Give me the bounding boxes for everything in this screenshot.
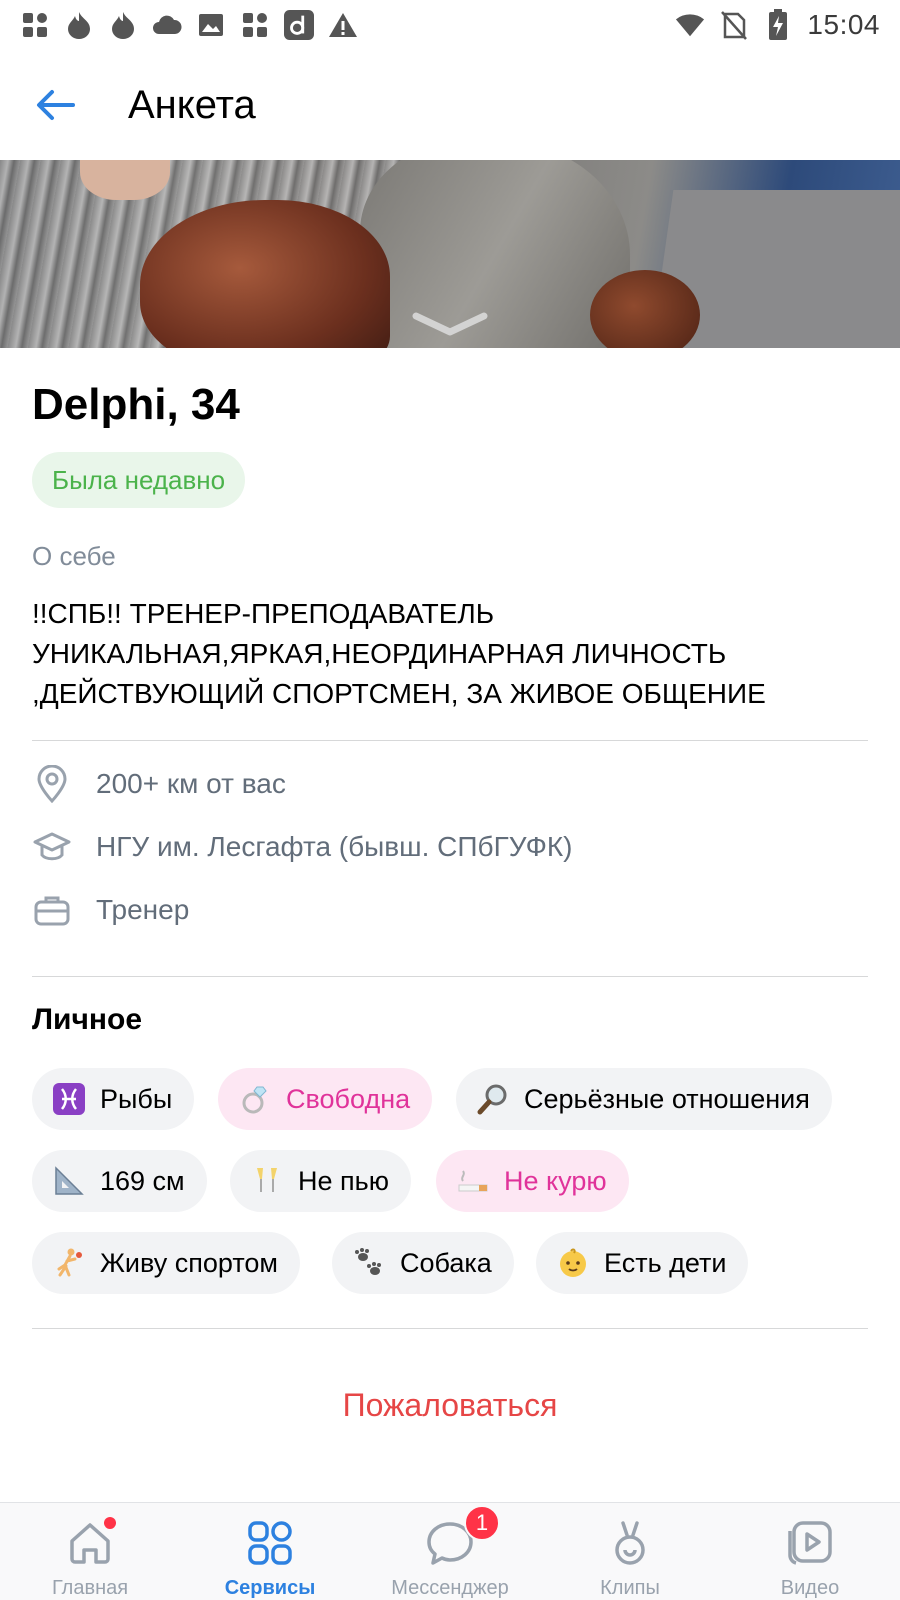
report-button[interactable]: Пожаловаться: [0, 1385, 900, 1425]
nav-label: Мессенджер: [391, 1577, 509, 1599]
athlete-icon: [52, 1246, 86, 1280]
chip-smoking[interactable]: Не курю: [436, 1150, 629, 1212]
chip-label: Не пью: [298, 1165, 389, 1196]
chip-label: Рыбы: [100, 1083, 173, 1114]
education-row: НГУ им. Лесгафта (бывш. СПбГУФК): [32, 825, 573, 869]
notification-dot: [104, 1517, 116, 1529]
chip-looking-for[interactable]: Серьёзные отношения: [456, 1068, 832, 1130]
briefcase-icon: [32, 890, 72, 930]
nav-messenger[interactable]: 1 Мессенджер: [360, 1503, 540, 1600]
job-text: Тренер: [96, 894, 190, 925]
chip-height[interactable]: 169 см: [32, 1150, 207, 1212]
triangle-ruler-icon: [52, 1164, 86, 1198]
battery-charging-icon: [763, 9, 793, 40]
nav-label: Сервисы: [224, 1577, 316, 1599]
bottom-navigation: Главная Сервисы 1 Мессенджер Клипы Видео: [0, 1502, 900, 1600]
flame-icon: [64, 10, 94, 40]
d-app-icon: [284, 10, 314, 40]
notification-icons: [20, 10, 358, 40]
about-line: УНИКАЛЬНАЯ,ЯРКАЯ,НЕОРДИНАРНАЯ ЛИЧНОСТЬ: [32, 638, 727, 669]
about-line: !!СПБ!! ТРЕНЕР-ПРЕПОДАВАТЕЛЬ: [32, 598, 495, 629]
chevron-down-icon[interactable]: [410, 310, 490, 338]
champagne-glasses-icon: [250, 1164, 284, 1198]
chip-pets[interactable]: Собака: [332, 1232, 514, 1294]
about-label: О себе: [32, 541, 116, 571]
nav-home[interactable]: Главная: [0, 1503, 180, 1600]
nav-label: Видео: [780, 1577, 840, 1599]
wifi-icon: [675, 10, 705, 40]
divider: [32, 740, 868, 741]
distance-row: 200+ км от вас: [32, 762, 286, 806]
cloud-icon: [152, 10, 182, 40]
pisces-icon: [52, 1082, 86, 1116]
chip-children[interactable]: Есть дети: [536, 1232, 749, 1294]
flame-icon: [108, 10, 138, 40]
apps-icon: [240, 10, 270, 40]
status-bar: 15:04: [0, 0, 900, 50]
chip-relationship-status[interactable]: Свободна: [218, 1068, 433, 1130]
chip-label: Серьёзные отношения: [524, 1083, 810, 1114]
chip-label: Свободна: [286, 1083, 411, 1114]
divider: [32, 976, 868, 977]
image-icon: [196, 10, 226, 40]
chip-drinking[interactable]: Не пью: [230, 1150, 411, 1212]
chip-sport[interactable]: Живу спортом: [32, 1232, 300, 1294]
clock: 15:04: [807, 9, 880, 40]
chip-zodiac[interactable]: Рыбы: [32, 1068, 195, 1130]
job-row: Тренер: [32, 888, 189, 932]
profile-name-age: Delphi, 34: [32, 380, 240, 429]
video-icon: [782, 1515, 838, 1571]
cigarette-icon: [456, 1164, 490, 1198]
personal-section-title: Личное: [32, 1003, 143, 1036]
no-sim-icon: [719, 10, 749, 40]
about-text: !!СПБ!! ТРЕНЕР-ПРЕПОДАВАТЕЛЬ УНИКАЛЬНАЯ,…: [32, 594, 882, 714]
about-line: ,ДЕЙСТВУЮЩИЙ СПОРТСМЕН, ЗА ЖИВОЕ ОБЩЕНИЕ: [32, 678, 766, 709]
baby-icon: [556, 1246, 590, 1280]
chip-label: Не курю: [504, 1165, 607, 1196]
nav-services[interactable]: Сервисы: [180, 1503, 360, 1600]
home-icon: [62, 1515, 118, 1571]
apps-icon: [20, 10, 50, 40]
unread-badge: 1: [464, 1505, 500, 1541]
system-icons: 15:04: [675, 9, 880, 41]
chat-icon: 1: [422, 1505, 500, 1571]
magnifier-icon: [476, 1082, 510, 1116]
nav-video[interactable]: Видео: [720, 1503, 900, 1600]
graduation-cap-icon: [32, 827, 72, 867]
clips-icon: [602, 1515, 658, 1571]
paw-prints-icon: [352, 1246, 386, 1280]
warning-icon: [328, 10, 358, 40]
chip-label: 169 см: [100, 1165, 185, 1196]
nav-clips[interactable]: Клипы: [540, 1503, 720, 1600]
app-header: Анкета: [0, 60, 900, 150]
chip-label: Собака: [400, 1247, 492, 1278]
back-button[interactable]: [30, 80, 80, 130]
chip-label: Живу спортом: [100, 1247, 278, 1278]
nav-label: Главная: [51, 1577, 129, 1599]
ring-icon: [238, 1082, 272, 1116]
divider: [32, 1328, 868, 1329]
services-icon: [242, 1515, 298, 1571]
location-pin-icon: [32, 764, 72, 804]
chip-label: Есть дети: [604, 1247, 727, 1278]
online-status-badge: Была недавно: [32, 452, 246, 508]
page-title: Анкета: [128, 83, 256, 127]
education-text: НГУ им. Лесгафта (бывш. СПбГУФК): [96, 831, 573, 862]
nav-label: Клипы: [600, 1577, 660, 1599]
distance-text: 200+ км от вас: [96, 768, 286, 799]
arrow-left-icon: [37, 90, 75, 120]
